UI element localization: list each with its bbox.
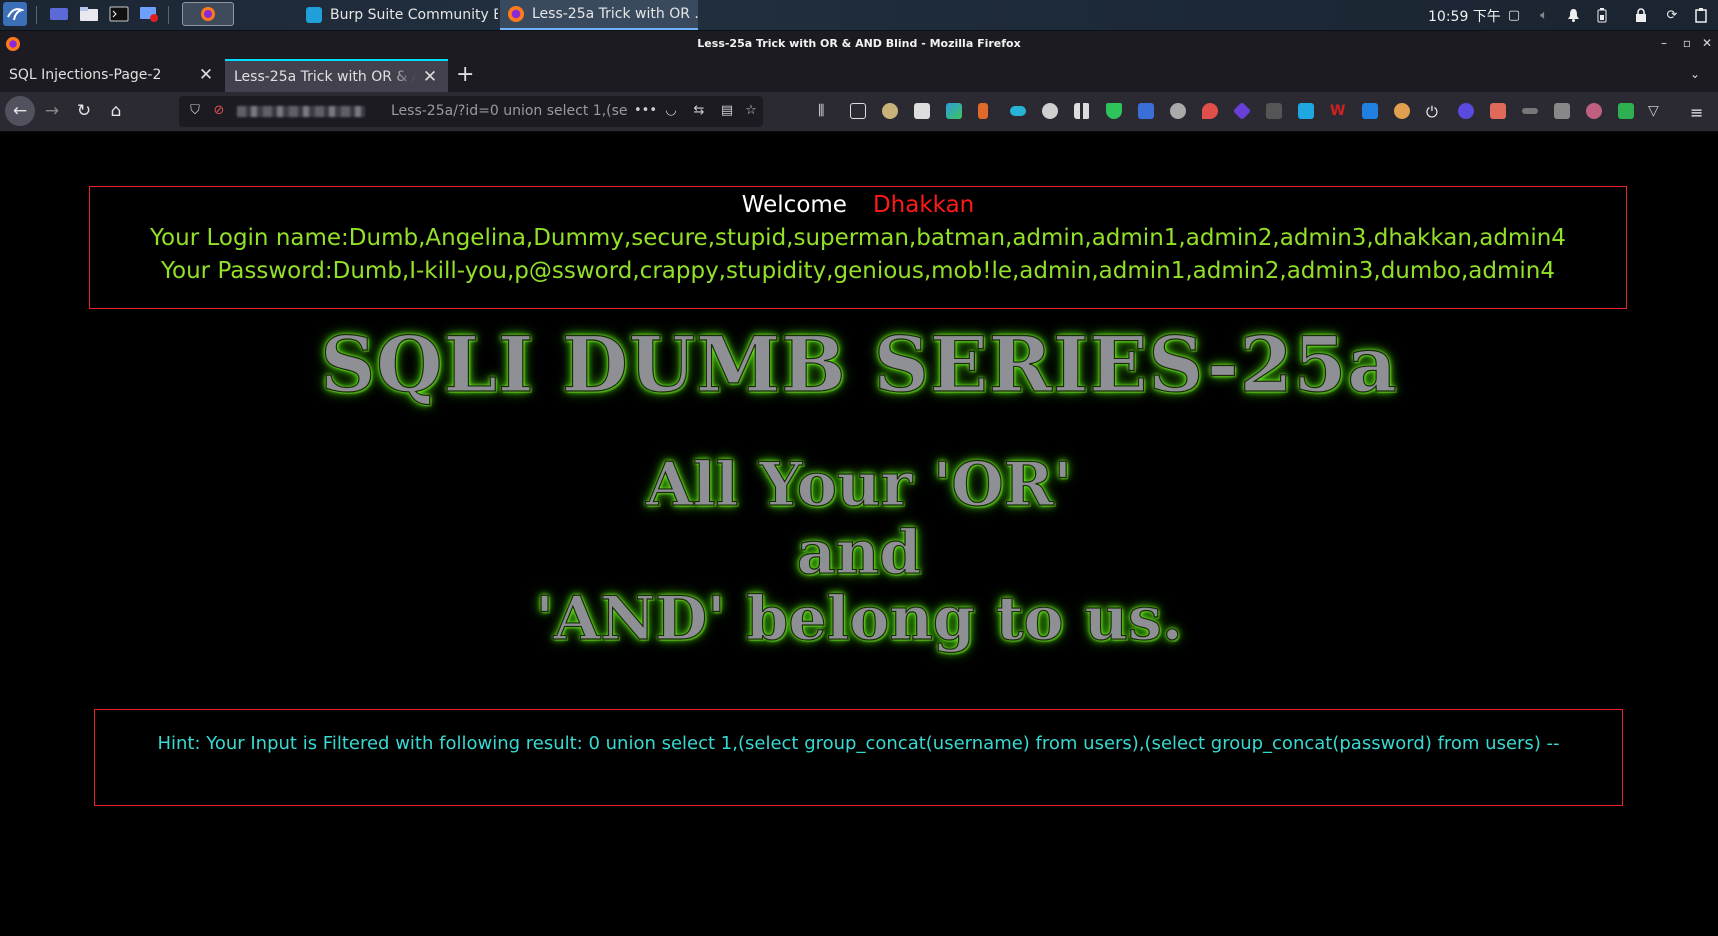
url-bar[interactable]: ⛉ ⊘ Less-25a/?id=0 union select 1,(se ••…: [179, 96, 763, 127]
back-button[interactable]: ←: [5, 96, 35, 126]
battery-icon[interactable]: [1594, 7, 1610, 23]
refresh-icon[interactable]: ⟳: [1664, 7, 1680, 23]
extension-gear-icon[interactable]: [1170, 103, 1186, 119]
page-actions-icon[interactable]: •••: [634, 103, 657, 119]
extension-s-icon[interactable]: [1362, 103, 1378, 119]
page-content: Welcome Dhakkan Your Login name:Dumb,Ange…: [0, 132, 1718, 936]
task-firefox[interactable]: Less-25a Trick with OR ...: [500, 0, 698, 30]
extension-glasses-icon[interactable]: [914, 103, 930, 119]
workspace-icon[interactable]: [47, 2, 71, 26]
task-burp-label: Burp Suite Community E...: [330, 7, 498, 23]
task-burp-suite[interactable]: Burp Suite Community E...: [298, 0, 498, 30]
firefox-icon: [508, 6, 524, 22]
lock-icon[interactable]: [1633, 7, 1649, 23]
notification-bell-icon[interactable]: [1565, 7, 1581, 23]
extension-power-icon[interactable]: ⏻: [1426, 103, 1442, 121]
navigation-toolbar: ← → ↻ ⌂ ⛉ ⊘ Less-25a/?id=0 union select …: [0, 92, 1718, 132]
login-result-box: Welcome Dhakkan Your Login name:Dumb,Ange…: [89, 186, 1627, 309]
reload-button[interactable]: ↻: [69, 96, 99, 126]
url-host-blurred: [237, 106, 365, 117]
extension-sheet-icon[interactable]: [1618, 103, 1634, 119]
tab-less-25a[interactable]: Less-25a Trick with OR & AN ✕: [225, 59, 448, 92]
library-icon[interactable]: ⫼: [818, 103, 834, 119]
extension-puzzle-icon[interactable]: [1554, 103, 1570, 119]
close-tab-icon[interactable]: ✕: [197, 65, 215, 85]
bookmark-star-icon[interactable]: ☆: [743, 103, 759, 119]
forward-button[interactable]: →: [37, 96, 67, 126]
tab-strip: SQL Injections-Page-2 ✕ Less-25a Trick w…: [0, 59, 1718, 92]
extension-cookie-icon[interactable]: [1586, 103, 1602, 119]
hint-box: Hint: Your Input is Filtered with follow…: [94, 709, 1623, 806]
screen-recorder-icon[interactable]: [137, 2, 161, 26]
terminal-icon[interactable]: [107, 2, 131, 26]
tab-list-chevron-icon[interactable]: ⌄: [1690, 67, 1700, 81]
maximize-button[interactable]: ▫: [1680, 36, 1694, 50]
extension-globe-icon[interactable]: [1042, 103, 1058, 119]
home-button[interactable]: ⌂: [101, 96, 131, 126]
tab-label: SQL Injections-Page-2: [9, 67, 162, 83]
banner-title: SQLI DUMB SERIES-25a: [320, 319, 1398, 409]
extension-hex-icon[interactable]: [1298, 103, 1314, 119]
extension-beaker-icon[interactable]: [1490, 103, 1506, 119]
extension-flag-icon[interactable]: [978, 103, 988, 119]
extension-cloud-icon[interactable]: [1010, 106, 1026, 116]
display-icon[interactable]: ▢: [1506, 7, 1522, 23]
clipboard-icon[interactable]: [1693, 7, 1709, 23]
new-tab-button[interactable]: +: [456, 62, 474, 87]
burp-icon: [306, 7, 322, 23]
welcome-text: Welcome: [741, 192, 847, 218]
system-taskbar: Burp Suite Community E... Less-25a Trick…: [0, 0, 1718, 31]
window-title: Less-25a Trick with OR & AND Blind - Moz…: [697, 37, 1021, 50]
task-firefox-label: Less-25a Trick with OR ...: [532, 6, 698, 22]
insecure-lock-icon[interactable]: ⊘: [211, 103, 227, 119]
firefox-launcher-icon[interactable]: [182, 2, 234, 26]
url-text[interactable]: Less-25a/?id=0 union select 1,(se: [391, 103, 629, 119]
minimize-button[interactable]: –: [1657, 36, 1671, 50]
reader-mode-icon[interactable]: ▤: [719, 103, 735, 119]
password-line: Your Password:Dumb,I-kill-you,p@ssword,c…: [161, 258, 1555, 284]
hint-text: Hint: Your Input is Filtered with follow…: [157, 733, 1560, 754]
file-manager-icon[interactable]: [77, 2, 101, 26]
extension-grid-icon[interactable]: [1074, 103, 1090, 119]
banner-line-and: and: [796, 517, 922, 588]
extension-pin-icon[interactable]: [1202, 103, 1218, 119]
extension-translate-icon[interactable]: [1138, 103, 1154, 119]
extension-hat-icon[interactable]: [1522, 108, 1538, 114]
username-text: Dhakkan: [872, 192, 975, 218]
kali-menu-icon[interactable]: [3, 2, 27, 26]
pocket-icon[interactable]: ◡: [663, 103, 679, 119]
extension-box-icon[interactable]: [1266, 103, 1282, 119]
extension-shield-icon[interactable]: [1106, 103, 1122, 119]
translate-icon[interactable]: ⇆: [691, 103, 707, 119]
extension-palette-icon[interactable]: [1394, 103, 1410, 119]
tab-sql-injections[interactable]: SQL Injections-Page-2 ✕: [0, 59, 222, 92]
extension-wappalyzer-icon[interactable]: [946, 103, 962, 119]
window-titlebar: Less-25a Trick with OR & AND Blind - Moz…: [0, 31, 1718, 59]
tab-label: Less-25a Trick with OR & AN: [234, 69, 416, 85]
close-tab-icon[interactable]: ✕: [421, 67, 439, 87]
banner-line-or: All Your 'OR': [646, 449, 1073, 520]
extension-profile-icon[interactable]: [882, 103, 898, 119]
close-window-button[interactable]: ✕: [1700, 36, 1714, 50]
banner-line-belong: 'AND' belong to us.: [535, 583, 1184, 654]
extension-w-icon[interactable]: W: [1330, 103, 1346, 119]
extension-diamond-icon[interactable]: [1232, 101, 1252, 121]
welcome-line: Welcome Dhakkan: [90, 192, 1626, 218]
taskbar-separator: [168, 6, 169, 24]
sidebar-icon[interactable]: [850, 103, 866, 119]
extension-v-icon[interactable]: ▽: [1648, 103, 1664, 119]
tracking-shield-icon[interactable]: ⛉: [187, 103, 203, 119]
login-name-line: Your Login name:Dumb,Angelina,Dummy,secu…: [150, 225, 1566, 251]
volume-icon[interactable]: 🔈︎: [1536, 7, 1552, 23]
clock[interactable]: 10:59 下午: [1428, 6, 1501, 26]
taskbar-separator: [36, 6, 37, 24]
extension-orb-icon[interactable]: [1458, 103, 1474, 119]
hamburger-menu-icon[interactable]: ≡: [1690, 103, 1706, 122]
